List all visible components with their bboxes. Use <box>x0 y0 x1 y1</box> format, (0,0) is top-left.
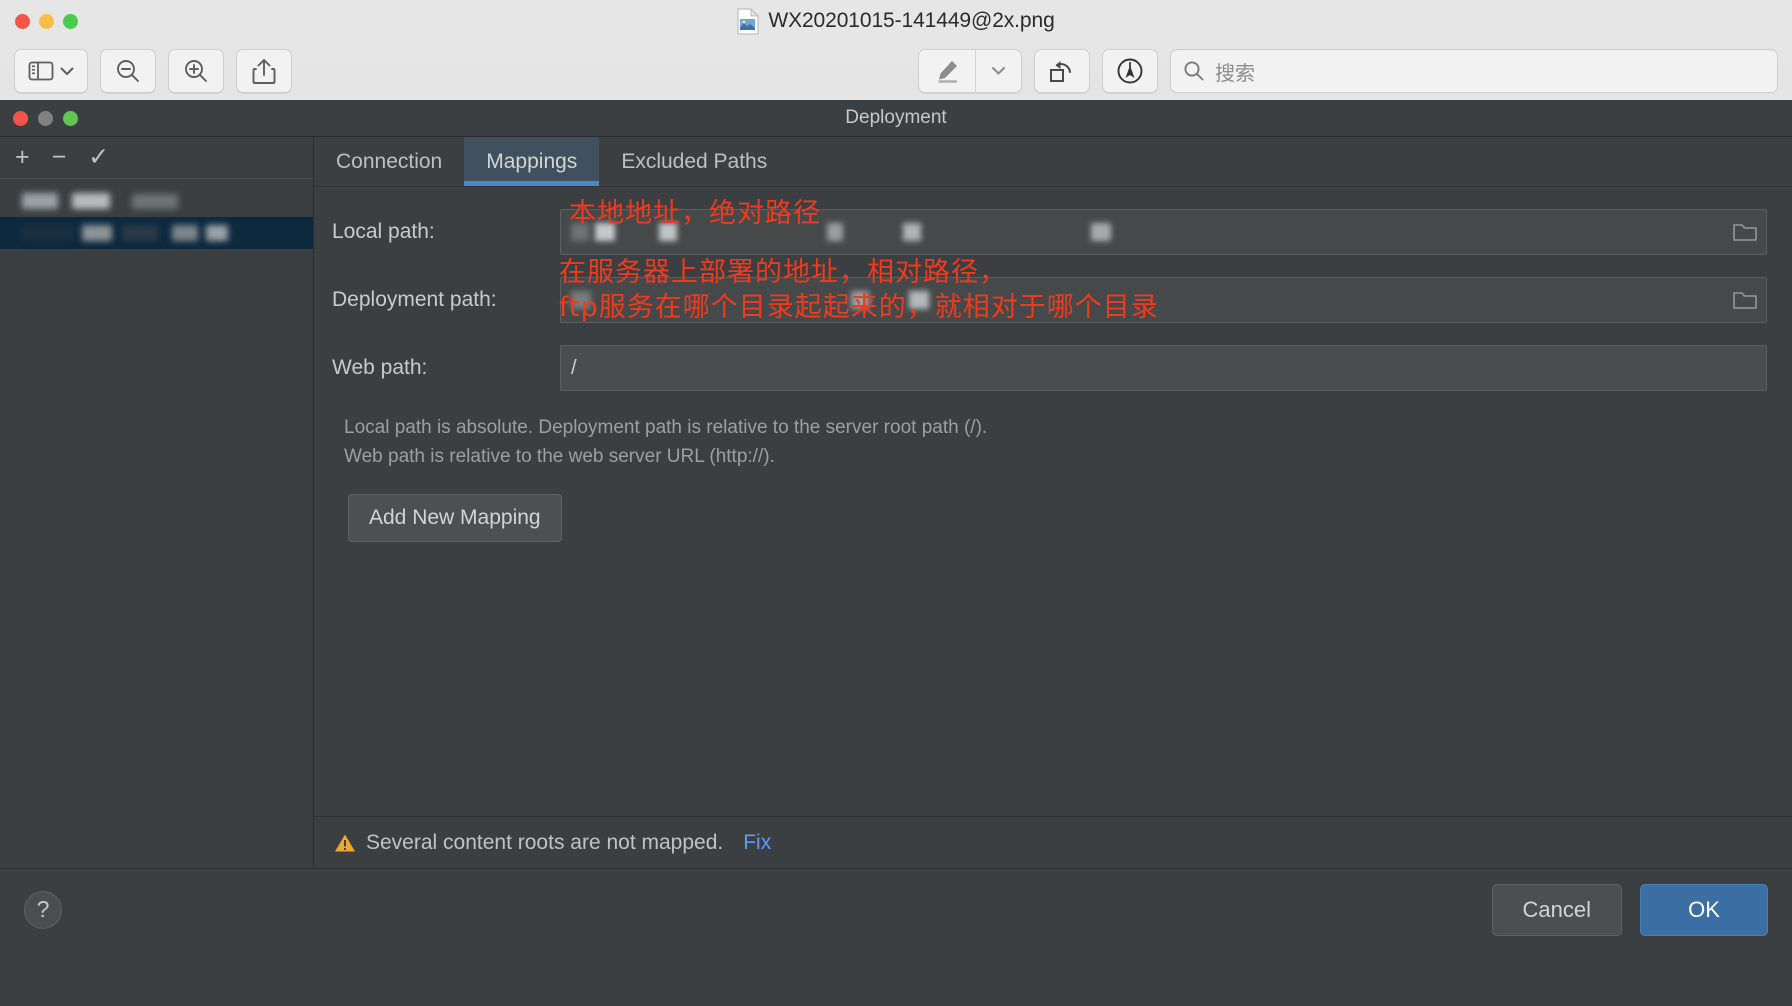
share-icon <box>252 58 276 85</box>
dialog-tabs: Connection Mappings Excluded Paths <box>314 137 1792 187</box>
rotate-left-button[interactable] <box>1034 49 1090 93</box>
redacted-text-block <box>22 193 58 209</box>
search-field[interactable]: 搜索 <box>1170 49 1778 93</box>
warning-triangle-icon <box>334 833 356 853</box>
share-button[interactable] <box>236 49 292 93</box>
annotate-button[interactable] <box>1102 49 1158 93</box>
png-document-icon <box>737 7 760 35</box>
remove-server-button[interactable]: − <box>52 145 67 170</box>
sidebar-view-button[interactable] <box>14 49 88 93</box>
web-path-label: Web path: <box>332 356 428 379</box>
chevron-down-icon <box>991 66 1006 76</box>
redacted-text-block <box>22 225 74 241</box>
preview-title: WX20201015-141449@2x.png <box>768 9 1055 32</box>
preview-zoom-button[interactable] <box>63 13 78 29</box>
zoom-out-icon <box>115 58 141 84</box>
server-list <box>0 179 313 868</box>
chevron-down-icon <box>60 67 74 76</box>
dialog-body: + − ✓ Connection Mappings Excluded Paths… <box>0 137 1792 868</box>
preview-minimize-button[interactable] <box>39 13 54 29</box>
annotation-local-path: 本地地址，绝对路径 <box>569 198 821 229</box>
add-new-mapping-button[interactable]: Add New Mapping <box>348 493 562 542</box>
preview-traffic-lights <box>15 13 78 29</box>
redacted-text-block <box>82 225 112 241</box>
mappings-form: Local path: Deployment path: Web path: /… <box>314 187 1792 542</box>
hint-line-2: Web path is relative to the web server U… <box>344 446 775 468</box>
preview-titlebar: WX20201015-141449@2x.png <box>0 0 1792 42</box>
markup-options-dropdown[interactable] <box>975 50 1021 92</box>
redacted-text-block <box>132 193 178 209</box>
preview-close-button[interactable] <box>15 13 30 29</box>
preview-toolbar: 搜索 <box>0 42 1792 100</box>
hint-line-1: Local path is absolute. Deployment path … <box>344 417 988 438</box>
local-path-row: Local path: <box>332 209 1767 255</box>
deployment-path-label: Deployment path: <box>332 288 497 311</box>
annotation-deployment-path-2: ftp服务在哪个目录起起来的，就相对于哪个目录 <box>559 292 1159 323</box>
mappings-panel: Connection Mappings Excluded Paths Local… <box>314 137 1792 868</box>
redacted-text-block <box>206 225 228 241</box>
add-server-button[interactable]: + <box>15 145 30 170</box>
zoom-in-button[interactable] <box>168 49 224 93</box>
browse-deployment-path-button[interactable] <box>1732 289 1758 311</box>
server-list-item-selected[interactable] <box>0 217 313 249</box>
browse-local-path-button[interactable] <box>1732 221 1758 243</box>
mapping-hint-text: Local path is absolute. Deployment path … <box>344 413 1767 472</box>
markup-highlighter-button[interactable] <box>919 50 975 92</box>
tab-connection[interactable]: Connection <box>314 137 464 186</box>
set-default-server-button[interactable]: ✓ <box>88 145 109 170</box>
redacted-text-block <box>122 225 158 241</box>
highlighter-pen-icon <box>934 58 960 84</box>
zoom-out-button[interactable] <box>100 49 156 93</box>
fix-link[interactable]: Fix <box>743 831 771 855</box>
cancel-button[interactable]: Cancel <box>1491 883 1622 936</box>
warning-text: Several content roots are not mapped. <box>366 830 724 854</box>
preview-title-group: WX20201015-141449@2x.png <box>0 0 1792 42</box>
server-list-item[interactable] <box>0 185 313 217</box>
sidebar-icon <box>28 60 54 82</box>
warning-bar: Several content roots are not mapped. Fi… <box>314 816 1792 868</box>
tab-excluded-paths[interactable]: Excluded Paths <box>599 137 789 186</box>
markup-tool-group <box>918 49 1022 93</box>
zoom-in-icon <box>183 58 209 84</box>
rotate-left-icon <box>1048 58 1076 84</box>
search-placeholder: 搜索 <box>1215 62 1255 85</box>
web-path-row: Web path: / <box>332 345 1767 391</box>
annotate-icon <box>1116 57 1144 85</box>
deployment-dialog-titlebar: Deployment <box>0 100 1792 137</box>
ok-button[interactable]: OK <box>1640 883 1768 936</box>
dialog-title: Deployment <box>845 107 947 128</box>
search-icon <box>1183 60 1205 82</box>
local-path-label: Local path: <box>332 220 435 243</box>
tab-mappings[interactable]: Mappings <box>464 137 600 186</box>
dialog-footer: ? Cancel OK <box>0 868 1792 950</box>
redacted-text-block <box>72 193 110 209</box>
server-list-toolbar: + − ✓ <box>0 137 313 179</box>
redacted-text-block <box>172 225 198 241</box>
server-list-panel: + − ✓ <box>0 137 314 868</box>
annotation-deployment-path-1: 在服务器上部署的地址，相对路径， <box>559 257 1007 288</box>
web-path-input[interactable]: / <box>560 345 1767 391</box>
help-button[interactable]: ? <box>24 890 62 929</box>
screenshot-image-content: Deployment + − ✓ Connection Mappings Exc… <box>0 100 1792 1006</box>
